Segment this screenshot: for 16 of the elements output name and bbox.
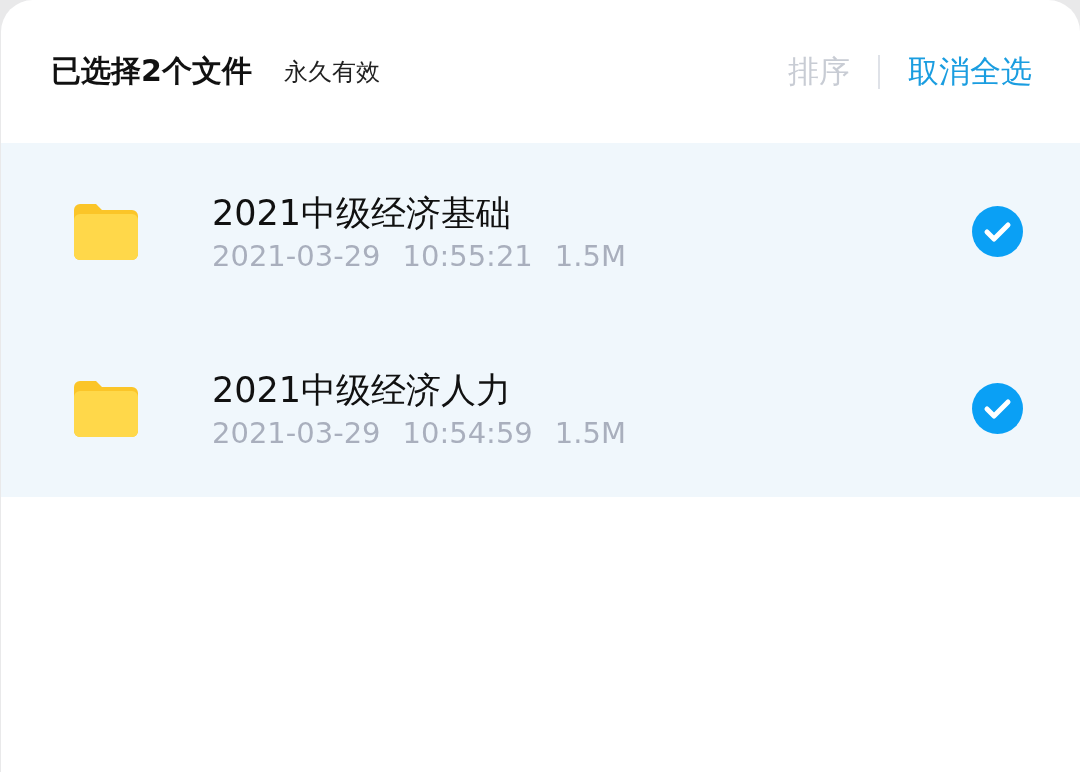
checkbox[interactable]	[972, 383, 1023, 434]
file-size: 1.5M	[554, 239, 626, 273]
file-row[interactable]: 2021中级经济基础 2021-03-29 10:55:21 1.5M	[1, 143, 1080, 320]
file-time: 10:54:59	[402, 416, 533, 450]
checkbox[interactable]	[972, 206, 1023, 257]
selection-count-title: 已选择2个文件	[51, 52, 252, 90]
file-row[interactable]: 2021中级经济人力 2021-03-29 10:54:59 1.5M	[1, 320, 1080, 497]
file-name: 2021中级经济人力	[212, 369, 513, 412]
file-date: 2021-03-29	[212, 416, 381, 450]
folder-icon	[74, 203, 138, 260]
file-time: 10:55:21	[402, 239, 533, 273]
validity-label: 永久有效	[283, 56, 380, 88]
file-name: 2021中级经济基础	[212, 192, 513, 235]
folder-icon	[74, 380, 138, 437]
file-date: 2021-03-29	[212, 239, 381, 273]
file-size: 1.5M	[554, 416, 626, 450]
